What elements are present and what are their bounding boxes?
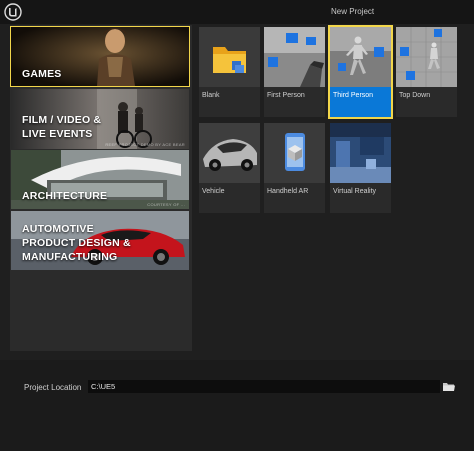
template-third-person[interactable]: Third Person	[328, 25, 393, 119]
template-handheld-ar-label: Handheld AR	[267, 188, 309, 195]
first-person-scene-icon	[264, 27, 325, 87]
category-automotive-label: AUTOMOTIVE PRODUCT DESIGN & MANUFACTURIN…	[22, 223, 131, 263]
mannequin-icon	[330, 27, 391, 87]
project-location-input[interactable]	[88, 380, 440, 393]
template-top-down[interactable]: Top Down	[396, 27, 457, 117]
template-first-person[interactable]: First Person	[264, 27, 325, 117]
car-icon	[199, 123, 260, 183]
title-bar: New Project	[0, 0, 474, 24]
template-blank[interactable]: Blank	[199, 27, 260, 117]
category-games-label: GAMES	[22, 68, 62, 80]
window-title: New Project	[331, 7, 375, 16]
template-vehicle-label: Vehicle	[202, 188, 225, 195]
category-architecture[interactable]: ARCHITECTURE COURTESY OF ...	[11, 150, 189, 209]
top-down-scene-icon	[396, 27, 457, 87]
vr-room-icon	[330, 123, 391, 183]
folder-icon	[199, 27, 260, 87]
phone-cube-icon	[264, 123, 325, 183]
film-watermark: REEF PROJECT DEMO BY ACE BEAR	[105, 142, 185, 147]
architecture-watermark: COURTESY OF ...	[147, 202, 185, 207]
category-film-label: FILM / VIDEO & LIVE EVENTS	[22, 114, 102, 140]
template-top-down-label: Top Down	[399, 92, 431, 99]
category-architecture-label: ARCHITECTURE	[22, 190, 108, 202]
folder-browse-icon[interactable]	[443, 381, 455, 392]
template-first-person-label: First Person	[267, 92, 305, 99]
template-third-person-label: Third Person	[333, 92, 374, 99]
category-games[interactable]: GAMES	[10, 26, 190, 87]
template-handheld-ar[interactable]: Handheld AR	[264, 123, 325, 213]
template-virtual-reality[interactable]: Virtual Reality	[330, 123, 391, 213]
category-film-video-live-events[interactable]: FILM / VIDEO & LIVE EVENTS REEF PROJECT …	[11, 89, 189, 149]
template-blank-label: Blank	[202, 92, 220, 99]
project-settings-area	[0, 360, 474, 451]
template-vehicle[interactable]: Vehicle	[199, 123, 260, 213]
unreal-engine-logo-icon	[4, 3, 22, 21]
template-virtual-reality-label: Virtual Reality	[333, 188, 377, 195]
category-automotive-product-design[interactable]: AUTOMOTIVE PRODUCT DESIGN & MANUFACTURIN…	[11, 211, 189, 270]
project-location-label: Project Location	[24, 383, 82, 392]
